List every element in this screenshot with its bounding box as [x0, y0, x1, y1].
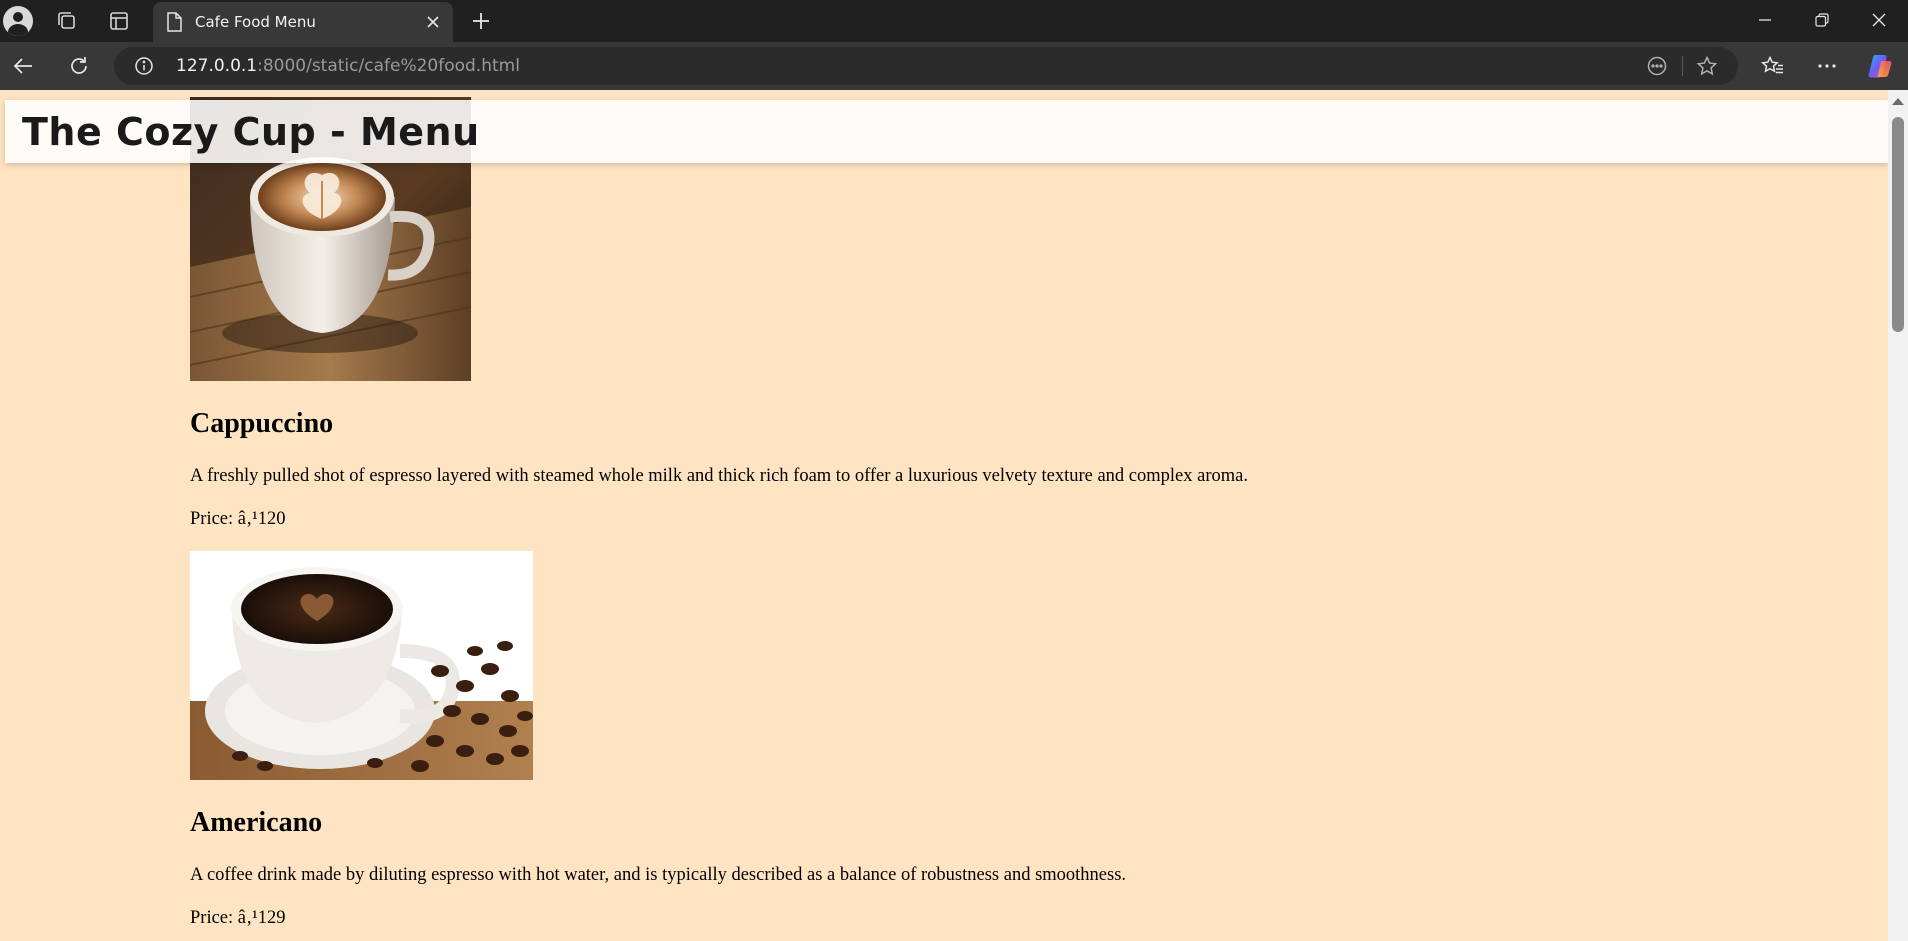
profile-icon: [3, 6, 33, 36]
minimize-icon: [1759, 19, 1771, 21]
collections-icon: [58, 12, 75, 29]
reader-icon: [1647, 56, 1667, 76]
page-title: The Cozy Cup - Menu: [22, 110, 480, 154]
item-description: A freshly pulled shot of espresso layere…: [190, 466, 1248, 486]
item-name: Americano: [190, 807, 323, 838]
add-favorite-button[interactable]: [1694, 54, 1720, 78]
info-icon: [135, 57, 153, 75]
item-price: Price: â‚¹120: [190, 509, 286, 529]
minimize-button[interactable]: [1748, 2, 1782, 38]
page-scrollbar[interactable]: [1888, 90, 1908, 941]
reload-icon: [71, 57, 87, 74]
settings-more-button[interactable]: [1810, 50, 1844, 82]
item-description: A coffee drink made by diluting espresso…: [190, 865, 1127, 885]
copilot-button[interactable]: [1862, 50, 1898, 82]
workspaces-button[interactable]: [50, 5, 84, 37]
immersive-reader-button[interactable]: [1644, 54, 1670, 78]
back-icon: [13, 58, 32, 74]
page-viewport: The Cozy Cup - Menu Cappuccino A freshly…: [0, 90, 1888, 941]
url-host: 127.0.0.1: [176, 56, 258, 76]
address-bar[interactable]: 127.0.0.1:8000/static/cafe%20food.html: [114, 47, 1738, 85]
tab-title: Cafe Food Menu: [195, 13, 316, 31]
address-divider: [1682, 56, 1683, 76]
new-tab-button[interactable]: [464, 5, 498, 37]
reload-button[interactable]: [60, 50, 98, 82]
active-tab[interactable]: Cafe Food Menu: [153, 2, 453, 42]
back-button[interactable]: [4, 50, 42, 82]
favorites-icon: [1761, 55, 1783, 74]
tab-actions-button[interactable]: [102, 5, 136, 37]
url-text[interactable]: 127.0.0.1:8000/static/cafe%20food.html: [176, 56, 520, 76]
restore-button[interactable]: [1805, 2, 1839, 38]
plus-icon: [473, 13, 489, 29]
item-name: Cappuccino: [190, 408, 334, 439]
site-header: The Cozy Cup - Menu: [5, 100, 1888, 163]
copilot-icon: [1868, 55, 1892, 78]
window-close-button[interactable]: [1862, 2, 1896, 38]
tab-actions-icon: [110, 12, 128, 30]
restore-icon: [1815, 13, 1829, 27]
site-info-button[interactable]: [132, 54, 156, 78]
url-path: :8000/static/cafe%20food.html: [257, 56, 520, 76]
close-tab-button[interactable]: [423, 12, 443, 32]
star-icon: [1696, 55, 1718, 76]
scroll-up-arrow-icon[interactable]: [1892, 98, 1904, 105]
browser-toolbar: 127.0.0.1:8000/static/cafe%20food.html: [0, 42, 1908, 90]
document-icon: [165, 12, 183, 32]
close-icon: [427, 16, 439, 28]
item-price: Price: â‚¹129: [190, 908, 286, 928]
profile-button[interactable]: [2, 5, 34, 37]
scroll-thumb[interactable]: [1892, 117, 1904, 332]
tab-strip: Cafe Food Menu: [0, 0, 1908, 42]
window-close-icon: [1872, 13, 1886, 27]
americano-image: [190, 551, 533, 780]
more-icon: [1818, 64, 1836, 68]
favorites-button[interactable]: [1756, 50, 1790, 82]
